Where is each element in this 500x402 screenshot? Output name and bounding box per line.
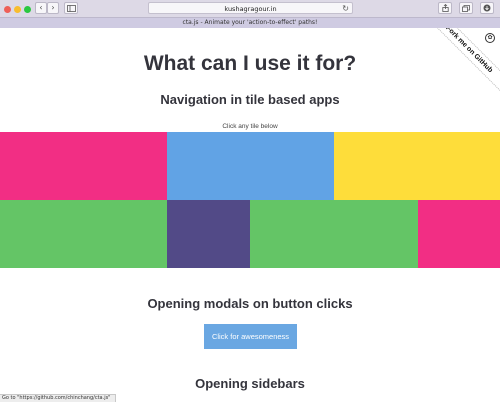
section-heading-modals: Opening modals on button clicks — [147, 296, 353, 311]
page-title: What can I use it for? — [143, 52, 357, 75]
share-button[interactable] — [438, 2, 452, 14]
tile-blue-top[interactable] — [167, 132, 334, 200]
download-icon — [483, 4, 491, 12]
close-window-button[interactable] — [4, 6, 11, 13]
tabs-button[interactable] — [459, 2, 473, 14]
awesomeness-button[interactable]: Click for awesomeness — [204, 324, 297, 349]
tabs-icon — [462, 4, 470, 12]
tile-green-bottom-left[interactable] — [0, 200, 167, 268]
chevron-left-icon: ‹ — [39, 3, 43, 12]
reload-icon[interactable]: ↻ — [342, 4, 349, 13]
status-bar: Go to "https://github.com/chinchang/cta.… — [0, 394, 116, 402]
sidebar-icon — [66, 4, 76, 12]
section-heading-tiles: Navigation in tile based apps — [160, 92, 340, 107]
browser-toolbar: ‹ › kushagragour.in ↻ cta.js - Animate y… — [0, 0, 500, 28]
tile-purple-bottom[interactable] — [167, 200, 250, 268]
share-icon — [441, 4, 449, 12]
tab-title[interactable]: cta.js - Animate your 'action-to-effect'… — [0, 19, 500, 26]
chevron-right-icon: › — [51, 3, 55, 12]
tile-pink-bottom-right[interactable] — [418, 200, 500, 268]
forward-button[interactable]: › — [47, 2, 59, 14]
url-text: kushagragour.in — [224, 5, 277, 13]
tile-grid — [0, 132, 500, 268]
tile-green-bottom-middle[interactable] — [250, 200, 418, 268]
tile-yellow-top[interactable] — [334, 132, 500, 200]
tiles-hint: Click any tile below — [222, 123, 278, 130]
tile-pink-top[interactable] — [0, 132, 167, 200]
sidebar-button[interactable] — [64, 2, 78, 14]
github-octocat-icon[interactable]: ✿ — [485, 33, 495, 43]
tab-bar: cta.js - Animate your 'action-to-effect'… — [0, 17, 500, 28]
minimize-window-button[interactable] — [14, 6, 21, 13]
back-button[interactable]: ‹ — [35, 2, 47, 14]
downloads-button[interactable] — [480, 2, 494, 14]
section-heading-sidebars: Opening sidebars — [195, 376, 305, 391]
zoom-window-button[interactable] — [24, 6, 31, 13]
address-bar[interactable]: kushagragour.in ↻ — [148, 2, 353, 14]
